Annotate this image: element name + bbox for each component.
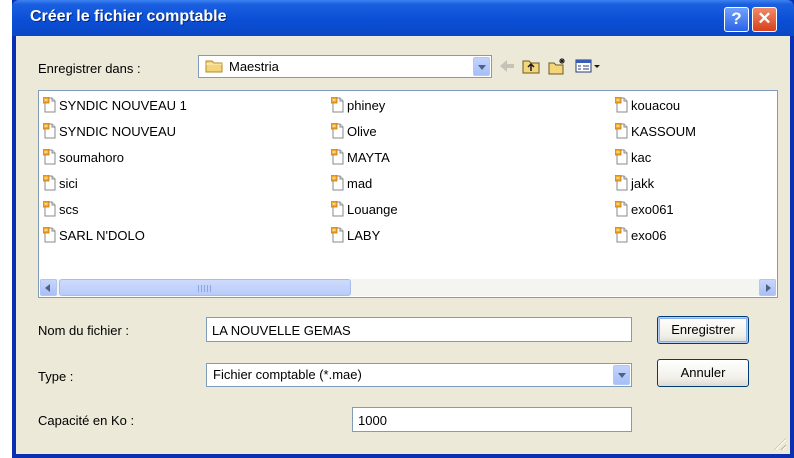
file-item[interactable]: SARL N'DOLO (43, 226, 145, 244)
capacity-input[interactable]: 1000 (352, 407, 632, 432)
close-button[interactable]: ✕ (752, 7, 777, 32)
folder-icon (205, 60, 223, 73)
file-icon (331, 149, 344, 165)
file-name: SYNDIC NOUVEAU (59, 123, 177, 139)
back-icon[interactable] (497, 57, 517, 75)
file-icon (615, 149, 628, 165)
file-name: exo061 (631, 201, 674, 217)
file-item[interactable]: soumahoro (43, 148, 124, 166)
capacity-value: 1000 (358, 413, 387, 428)
file-icon (615, 227, 628, 243)
file-name: KASSOUM (631, 123, 697, 139)
title-bar[interactable]: Créer le fichier comptable ? ✕ (12, 0, 794, 36)
file-name: scs (59, 201, 79, 217)
file-item[interactable]: kouacou (615, 96, 680, 114)
file-name: LABY (347, 227, 381, 243)
file-icon (43, 149, 56, 165)
file-icon (43, 97, 56, 113)
save-in-label: Enregistrer dans : (38, 61, 141, 76)
file-icon (615, 97, 628, 113)
file-icon (43, 175, 56, 191)
type-label: Type : (38, 369, 74, 384)
chevron-down-icon[interactable] (473, 57, 490, 76)
file-name: SYNDIC NOUVEAU 1 (59, 97, 187, 113)
file-list[interactable]: SYNDIC NOUVEAU 1 SYNDIC NOUVEAU soumahoro s… (38, 90, 778, 298)
file-name: SARL N'DOLO (59, 227, 145, 243)
file-item[interactable]: LABY (331, 226, 380, 244)
scrollbar-grip (198, 285, 212, 292)
file-icon (331, 201, 344, 217)
file-icon (43, 227, 56, 243)
file-item[interactable]: KASSOUM (615, 122, 696, 140)
file-name: mad (347, 175, 373, 191)
filename-label: Nom du fichier : (38, 323, 130, 338)
file-item[interactable]: exo06 (615, 226, 666, 244)
file-name: Olive (347, 123, 377, 139)
dialog-window: Créer le fichier comptable ? ✕ Enregistr… (12, 0, 794, 458)
scroll-left-button[interactable] (40, 279, 57, 296)
filename-value: LA NOUVELLE GEMAS (212, 323, 351, 338)
file-name: soumahoro (59, 149, 125, 165)
file-icon (331, 175, 344, 191)
file-icon (43, 123, 56, 139)
file-icon (615, 175, 628, 191)
dialog-title: Créer le fichier comptable (30, 8, 227, 25)
file-icon (43, 201, 56, 217)
file-item[interactable]: SYNDIC NOUVEAU 1 (43, 96, 187, 114)
file-item[interactable]: MAYTA (331, 148, 390, 166)
save-in-dropdown[interactable]: Maestria (198, 55, 492, 78)
type-value: Fichier comptable (*.mae) (213, 367, 362, 382)
file-name: kouacou (631, 97, 681, 113)
save-in-value: Maestria (229, 59, 279, 74)
file-item[interactable]: SYNDIC NOUVEAU (43, 122, 176, 140)
file-name: exo06 (631, 227, 667, 243)
file-item[interactable]: Olive (331, 122, 377, 140)
save-button[interactable]: Enregistrer (657, 316, 749, 344)
file-name: phiney (347, 97, 386, 113)
filename-input[interactable]: LA NOUVELLE GEMAS (206, 317, 632, 342)
resize-grip[interactable] (774, 438, 786, 450)
file-icon (331, 97, 344, 113)
file-icon (615, 201, 628, 217)
file-name: sici (59, 175, 78, 191)
up-folder-icon[interactable] (521, 57, 541, 75)
dialog-body: Enregistrer dans : Maestria SYNDIC NOUVE… (16, 36, 790, 454)
file-item[interactable]: Louange (331, 200, 398, 218)
file-name: kac (631, 149, 652, 165)
file-item[interactable]: kac (615, 148, 651, 166)
scroll-right-button[interactable] (759, 279, 776, 296)
file-item[interactable]: phiney (331, 96, 385, 114)
type-dropdown[interactable]: Fichier comptable (*.mae) (206, 363, 632, 387)
scrollbar-thumb[interactable] (59, 279, 351, 296)
chevron-down-icon[interactable] (613, 365, 630, 385)
file-item[interactable]: jakk (615, 174, 654, 192)
file-name: MAYTA (347, 149, 390, 165)
new-folder-icon[interactable] (547, 57, 567, 75)
cancel-button[interactable]: Annuler (657, 359, 749, 387)
horizontal-scrollbar[interactable] (40, 279, 776, 296)
views-menu-icon[interactable] (574, 57, 602, 75)
help-button[interactable]: ? (724, 7, 749, 32)
file-icon (331, 123, 344, 139)
file-icon (615, 123, 628, 139)
file-name: jakk (631, 175, 655, 191)
file-name: Louange (347, 201, 398, 217)
capacity-label: Capacité en Ko : (38, 413, 135, 428)
file-item[interactable]: sici (43, 174, 78, 192)
file-icon (331, 227, 344, 243)
file-item[interactable]: exo061 (615, 200, 674, 218)
file-item[interactable]: scs (43, 200, 79, 218)
file-item[interactable]: mad (331, 174, 372, 192)
